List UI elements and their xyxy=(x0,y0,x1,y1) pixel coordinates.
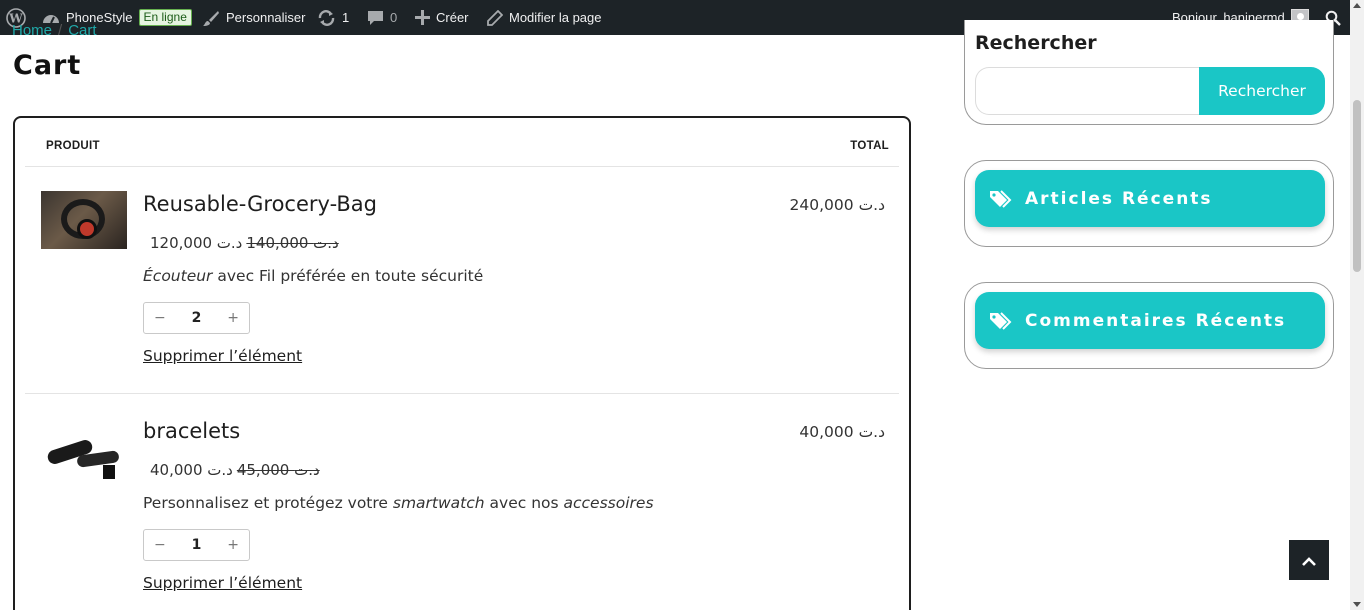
breadcrumb-home[interactable]: Home xyxy=(12,22,52,39)
edit-page-label: Modifier la page xyxy=(509,10,602,25)
scroll-up-arrow-icon[interactable] xyxy=(1353,3,1361,8)
recent-posts-widget: Articles Récents xyxy=(964,160,1334,247)
search-widget: Rechercher Rechercher xyxy=(964,20,1334,125)
updates-count: 1 xyxy=(342,10,350,25)
breadcrumb-separator: / xyxy=(58,22,63,39)
quantity-stepper[interactable]: − 1 + xyxy=(143,529,250,561)
tags-icon xyxy=(989,311,1013,331)
product-description: Écouteur avec Fil préférée en toute sécu… xyxy=(143,267,483,285)
customize-link[interactable]: Personnaliser xyxy=(202,0,306,35)
recent-comments-title: Commentaires Récents xyxy=(1025,310,1287,331)
product-price: 40,000 د.ت 45,000 د.ت xyxy=(150,461,320,479)
comments-link[interactable]: 0 xyxy=(367,0,397,35)
comment-icon xyxy=(367,10,384,26)
description-emphasis: accessoires xyxy=(563,494,654,512)
description-text: avec nos xyxy=(484,494,564,512)
page-title: Cart xyxy=(13,50,82,81)
quantity-increase-button[interactable]: + xyxy=(227,310,239,326)
search-button[interactable]: Rechercher xyxy=(1199,67,1325,115)
page-scrollbar[interactable] xyxy=(1350,0,1364,610)
back-to-top-button[interactable] xyxy=(1289,540,1329,580)
remove-item-link[interactable]: Supprimer l’élément xyxy=(143,347,302,365)
price-old: 45,000 د.ت xyxy=(236,461,320,479)
recent-posts-header: Articles Récents xyxy=(975,170,1325,227)
line-total: 240,000 د.ت xyxy=(789,196,885,214)
headphones-cup-shape xyxy=(77,219,97,239)
description-text: avec Fil préférée en toute sécurité xyxy=(212,267,484,285)
edit-page-link[interactable]: Modifier la page xyxy=(487,0,602,35)
pencil-icon xyxy=(487,9,503,26)
search-input[interactable] xyxy=(975,67,1201,115)
price-old: 140,000 د.ت xyxy=(246,234,339,252)
recent-comments-widget: Commentaires Récents xyxy=(964,282,1334,369)
price-current: 40,000 د.ت xyxy=(150,461,233,479)
product-name-link[interactable]: bracelets xyxy=(143,419,240,443)
recent-posts-title: Articles Récents xyxy=(1025,188,1213,209)
product-description: Personnalisez et protégez votre smartwat… xyxy=(143,494,654,512)
quantity-value[interactable]: 2 xyxy=(192,310,202,326)
breadcrumb: Home / Cart xyxy=(12,22,97,39)
brush-icon xyxy=(202,9,220,27)
tags-icon xyxy=(989,189,1013,209)
line-total: 40,000 د.ت xyxy=(799,423,885,441)
description-emphasis: Écouteur xyxy=(143,267,213,285)
column-header-product: PRODUIT xyxy=(46,140,100,152)
product-price: 120,000 د.ت 140,000 د.ت xyxy=(150,234,339,252)
breadcrumb-current: Cart xyxy=(68,22,97,39)
price-current: 120,000 د.ت xyxy=(150,234,243,252)
cart-table: PRODUIT TOTAL Reusable-Grocery-Bag 120,0… xyxy=(13,116,911,610)
scrollbar-thumb[interactable] xyxy=(1353,100,1361,272)
headphones-image[interactable] xyxy=(41,191,127,249)
updates-link[interactable]: 1 xyxy=(317,0,349,35)
recent-comments-header: Commentaires Récents xyxy=(975,292,1325,349)
comments-count: 0 xyxy=(390,10,398,25)
new-label: Créer xyxy=(436,10,469,25)
watch-band-image[interactable] xyxy=(41,423,127,481)
remove-item-link[interactable]: Supprimer l’élément xyxy=(143,574,302,592)
quantity-value[interactable]: 1 xyxy=(192,537,202,553)
description-text: Personnalisez et protégez votre xyxy=(143,494,393,512)
scroll-down-arrow-icon[interactable] xyxy=(1353,602,1361,607)
quantity-decrease-button[interactable]: − xyxy=(154,310,166,326)
quantity-decrease-button[interactable]: − xyxy=(154,537,166,553)
quantity-increase-button[interactable]: + xyxy=(227,537,239,553)
quantity-stepper[interactable]: − 2 + xyxy=(143,302,250,334)
description-emphasis: smartwatch xyxy=(392,494,485,512)
band-clasp-shape xyxy=(103,465,115,479)
column-header-total: TOTAL xyxy=(850,140,889,152)
customize-label: Personnaliser xyxy=(226,10,306,25)
status-badge: En ligne xyxy=(138,9,192,26)
updates-icon xyxy=(317,9,336,26)
row-divider xyxy=(25,393,899,394)
plus-icon xyxy=(415,10,430,25)
search-widget-title: Rechercher xyxy=(975,32,1097,54)
new-content-menu[interactable]: Créer xyxy=(415,0,469,35)
chevron-up-icon xyxy=(1301,551,1317,570)
row-divider xyxy=(25,166,899,167)
product-name-link[interactable]: Reusable-Grocery-Bag xyxy=(143,192,377,216)
